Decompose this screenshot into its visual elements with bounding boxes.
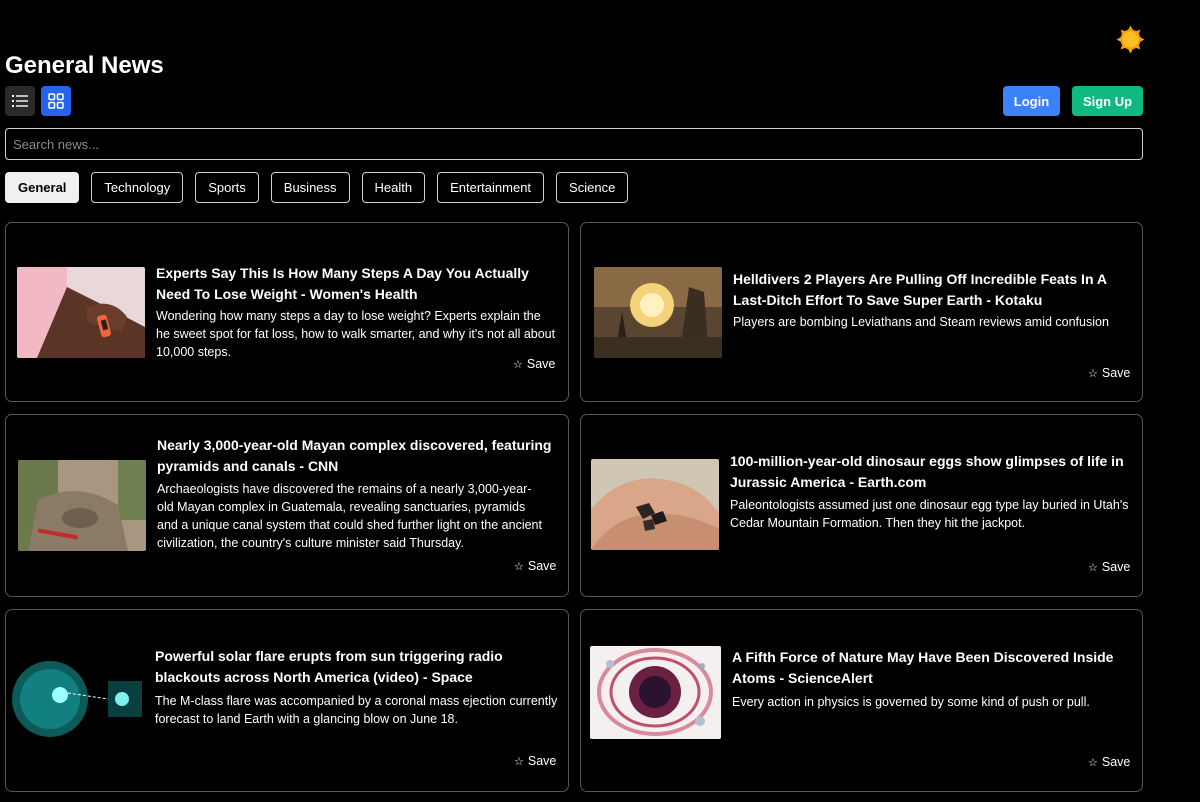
- category-general[interactable]: General: [5, 172, 80, 203]
- save-button[interactable]: ☆ Save: [514, 559, 556, 573]
- list-view-button[interactable]: [5, 86, 35, 116]
- save-label: Save: [526, 357, 556, 371]
- news-card[interactable]: A Fifth Force of Nature May Have Been Di…: [580, 609, 1143, 792]
- category-bar: General Technology Sports Business Healt…: [5, 172, 629, 203]
- article-title[interactable]: Nearly 3,000-year-old Mayan complex disc…: [157, 435, 552, 477]
- category-entertainment[interactable]: Entertainment: [437, 172, 545, 203]
- save-button[interactable]: ☆ Save: [513, 357, 555, 371]
- article-title[interactable]: Experts Say This Is How Many Steps A Day…: [156, 263, 546, 305]
- news-card[interactable]: Experts Say This Is How Many Steps A Day…: [5, 222, 569, 402]
- star-icon: ☆: [1088, 756, 1098, 769]
- article-title[interactable]: A Fifth Force of Nature May Have Been Di…: [732, 647, 1127, 689]
- page-title: General News: [5, 52, 164, 79]
- search-input[interactable]: [5, 128, 1143, 160]
- save-button[interactable]: ☆ Save: [1088, 560, 1130, 574]
- news-card[interactable]: 100-million-year-old dinosaur eggs show …: [580, 414, 1143, 597]
- article-title[interactable]: Helldivers 2 Players Are Pulling Off Inc…: [733, 269, 1118, 311]
- article-image: [12, 653, 144, 747]
- article-description: The M-class flare was accompanied by a c…: [155, 694, 558, 726]
- news-card[interactable]: Powerful solar flare erupts from sun tri…: [5, 609, 569, 792]
- signup-button[interactable]: Sign Up: [1072, 86, 1143, 116]
- sun-icon[interactable]: [1116, 25, 1145, 54]
- article-image: [18, 460, 146, 551]
- article-description: Wondering how many steps a day to lose w…: [156, 309, 556, 359]
- save-button[interactable]: ☆ Save: [1088, 755, 1130, 769]
- category-science[interactable]: Science: [556, 172, 629, 203]
- news-card[interactable]: Nearly 3,000-year-old Mayan complex disc…: [5, 414, 569, 597]
- article-description: Every action in physics is governed by s…: [732, 695, 1090, 709]
- save-label: Save: [1101, 366, 1131, 380]
- article-description: Archaeologists have discovered the remai…: [157, 482, 542, 550]
- article-image: [17, 267, 145, 358]
- grid-icon: [48, 93, 64, 109]
- article-image: [590, 646, 721, 739]
- news-card[interactable]: Helldivers 2 Players Are Pulling Off Inc…: [580, 222, 1143, 402]
- save-label: Save: [527, 754, 557, 768]
- star-icon: ☆: [514, 560, 524, 573]
- category-business[interactable]: Business: [270, 172, 350, 203]
- star-icon: ☆: [1088, 561, 1098, 574]
- star-icon: ☆: [1088, 367, 1098, 380]
- save-label: Save: [527, 559, 557, 573]
- article-image: [594, 267, 722, 358]
- article-title[interactable]: Powerful solar flare erupts from sun tri…: [155, 646, 540, 688]
- grid-view-button[interactable]: [41, 86, 71, 116]
- save-label: Save: [1101, 755, 1131, 769]
- article-title[interactable]: 100-million-year-old dinosaur eggs show …: [730, 451, 1125, 493]
- category-health[interactable]: Health: [361, 172, 426, 203]
- save-button[interactable]: ☆ Save: [1088, 366, 1130, 380]
- category-sports[interactable]: Sports: [195, 172, 259, 203]
- article-description: Players are bombing Leviathans and Steam…: [733, 315, 1109, 329]
- star-icon: ☆: [513, 358, 523, 371]
- save-button[interactable]: ☆ Save: [514, 754, 556, 768]
- category-technology[interactable]: Technology: [91, 172, 184, 203]
- star-icon: ☆: [514, 755, 524, 768]
- save-label: Save: [1101, 560, 1131, 574]
- list-icon: [12, 95, 28, 107]
- login-button[interactable]: Login: [1003, 86, 1060, 116]
- article-description: Paleontologists assumed just one dinosau…: [730, 498, 1129, 530]
- article-image: [591, 459, 719, 550]
